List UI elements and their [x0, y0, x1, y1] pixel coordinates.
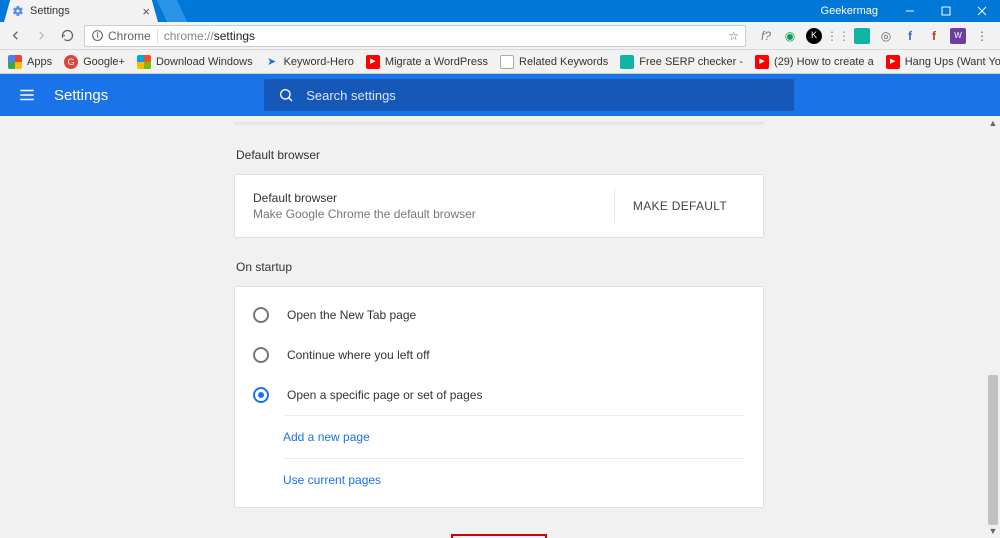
browser-tab[interactable]: Settings × — [4, 0, 158, 22]
bookmark-item[interactable]: ▶Migrate a WordPress — [366, 55, 488, 69]
bookmark-item[interactable]: Apps — [8, 55, 52, 69]
bookmark-item[interactable]: GGoogle+ — [64, 55, 125, 69]
bookmark-item[interactable]: Free SERP checker - — [620, 55, 743, 69]
bookmark-item[interactable]: ➤Keyword-Hero — [265, 55, 354, 69]
section-title-default-browser: Default browser — [234, 148, 764, 162]
window-titlebar: Settings × Geekermag — [0, 0, 1000, 22]
bookmark-item[interactable]: Related Keywords — [500, 55, 608, 69]
search-input[interactable] — [306, 88, 780, 103]
default-browser-sub: Make Google Chrome the default browser — [253, 207, 614, 221]
keyword-hero-icon: ➤ — [265, 55, 279, 69]
advanced-toggle[interactable]: Advanced ▼ — [451, 534, 547, 538]
settings-header: Settings — [0, 74, 1000, 116]
default-browser-label: Default browser — [253, 191, 614, 205]
minimize-button[interactable] — [892, 0, 928, 22]
close-icon[interactable]: × — [142, 4, 150, 19]
bookmark-star-icon[interactable]: ☆ — [728, 29, 739, 43]
youtube-icon: ▶ — [755, 55, 769, 69]
tab-title: Settings — [30, 5, 70, 17]
ext-icon[interactable]: ◎ — [878, 28, 894, 44]
maximize-button[interactable] — [928, 0, 964, 22]
hamburger-icon[interactable] — [18, 86, 36, 104]
forward-button — [32, 27, 50, 45]
site-chip: Chrome — [91, 29, 158, 43]
radio-icon — [253, 387, 269, 403]
ext-icon[interactable]: K — [806, 28, 822, 44]
settings-page: Default browser Default browser Make Goo… — [0, 116, 986, 538]
bookmark-item[interactable]: ▶(29) How to create a — [755, 55, 874, 69]
extension-icons: f? ◉ K ⋮⋮ ◎ f f W ⋮ — [754, 28, 994, 44]
serp-icon — [620, 55, 634, 69]
ext-icon[interactable]: W — [950, 28, 966, 44]
radio-icon — [253, 347, 269, 363]
address-bar[interactable]: Chrome chrome://settings ☆ — [84, 25, 746, 47]
make-default-button[interactable]: MAKE DEFAULT — [614, 189, 745, 223]
use-current-pages-link[interactable]: Use current pages — [283, 459, 745, 501]
new-tab-button[interactable] — [157, 0, 187, 22]
ext-icon[interactable]: f — [902, 28, 918, 44]
section-title-on-startup: On startup — [234, 260, 764, 274]
googleplus-icon: G — [64, 55, 78, 69]
settings-title: Settings — [54, 87, 108, 104]
search-icon — [278, 87, 294, 103]
page-icon — [500, 55, 514, 69]
ext-icon[interactable]: f? — [758, 28, 774, 44]
ext-icon[interactable]: ⋮⋮ — [830, 28, 846, 44]
bookmarks-bar: Apps GGoogle+ Download Windows ➤Keyword-… — [0, 50, 1000, 74]
youtube-icon: ▶ — [366, 55, 380, 69]
reload-button[interactable] — [58, 27, 76, 45]
omnibox-chip-label: Chrome — [108, 29, 151, 43]
bookmark-item[interactable]: ▶Hang Ups (Want You — [886, 55, 1000, 69]
scroll-down-icon[interactable]: ▼ — [986, 524, 1000, 538]
toolbar: Chrome chrome://settings ☆ f? ◉ K ⋮⋮ ◎ f… — [0, 22, 1000, 50]
radio-new-tab[interactable]: Open the New Tab page — [253, 295, 745, 335]
apps-icon — [8, 55, 22, 69]
radio-icon — [253, 307, 269, 323]
close-window-button[interactable] — [964, 0, 1000, 22]
bookmark-item[interactable]: Download Windows — [137, 55, 253, 69]
radio-specific-pages[interactable]: Open a specific page or set of pages — [253, 375, 745, 415]
card-on-startup: Open the New Tab page Continue where you… — [234, 286, 764, 508]
ext-icon[interactable]: ◉ — [782, 28, 798, 44]
omnibox-url: chrome://settings — [164, 29, 723, 43]
radio-continue[interactable]: Continue where you left off — [253, 335, 745, 375]
scroll-up-icon[interactable]: ▲ — [986, 116, 1000, 130]
gear-icon — [12, 5, 24, 17]
ext-icon[interactable]: f — [926, 28, 942, 44]
back-button[interactable] — [6, 27, 24, 45]
chrome-menu-icon[interactable]: ⋮ — [974, 28, 990, 44]
windows-icon — [137, 55, 151, 69]
ext-icon[interactable] — [854, 28, 870, 44]
profile-name[interactable]: Geekermag — [807, 5, 892, 17]
scrollbar[interactable]: ▲ ▼ — [986, 116, 1000, 538]
card-default-browser: Default browser Make Google Chrome the d… — [234, 174, 764, 238]
search-settings[interactable] — [264, 79, 794, 111]
add-page-link[interactable]: Add a new page — [283, 416, 745, 459]
scroll-thumb[interactable] — [988, 375, 998, 525]
info-icon — [91, 29, 104, 42]
youtube-icon: ▶ — [886, 55, 900, 69]
